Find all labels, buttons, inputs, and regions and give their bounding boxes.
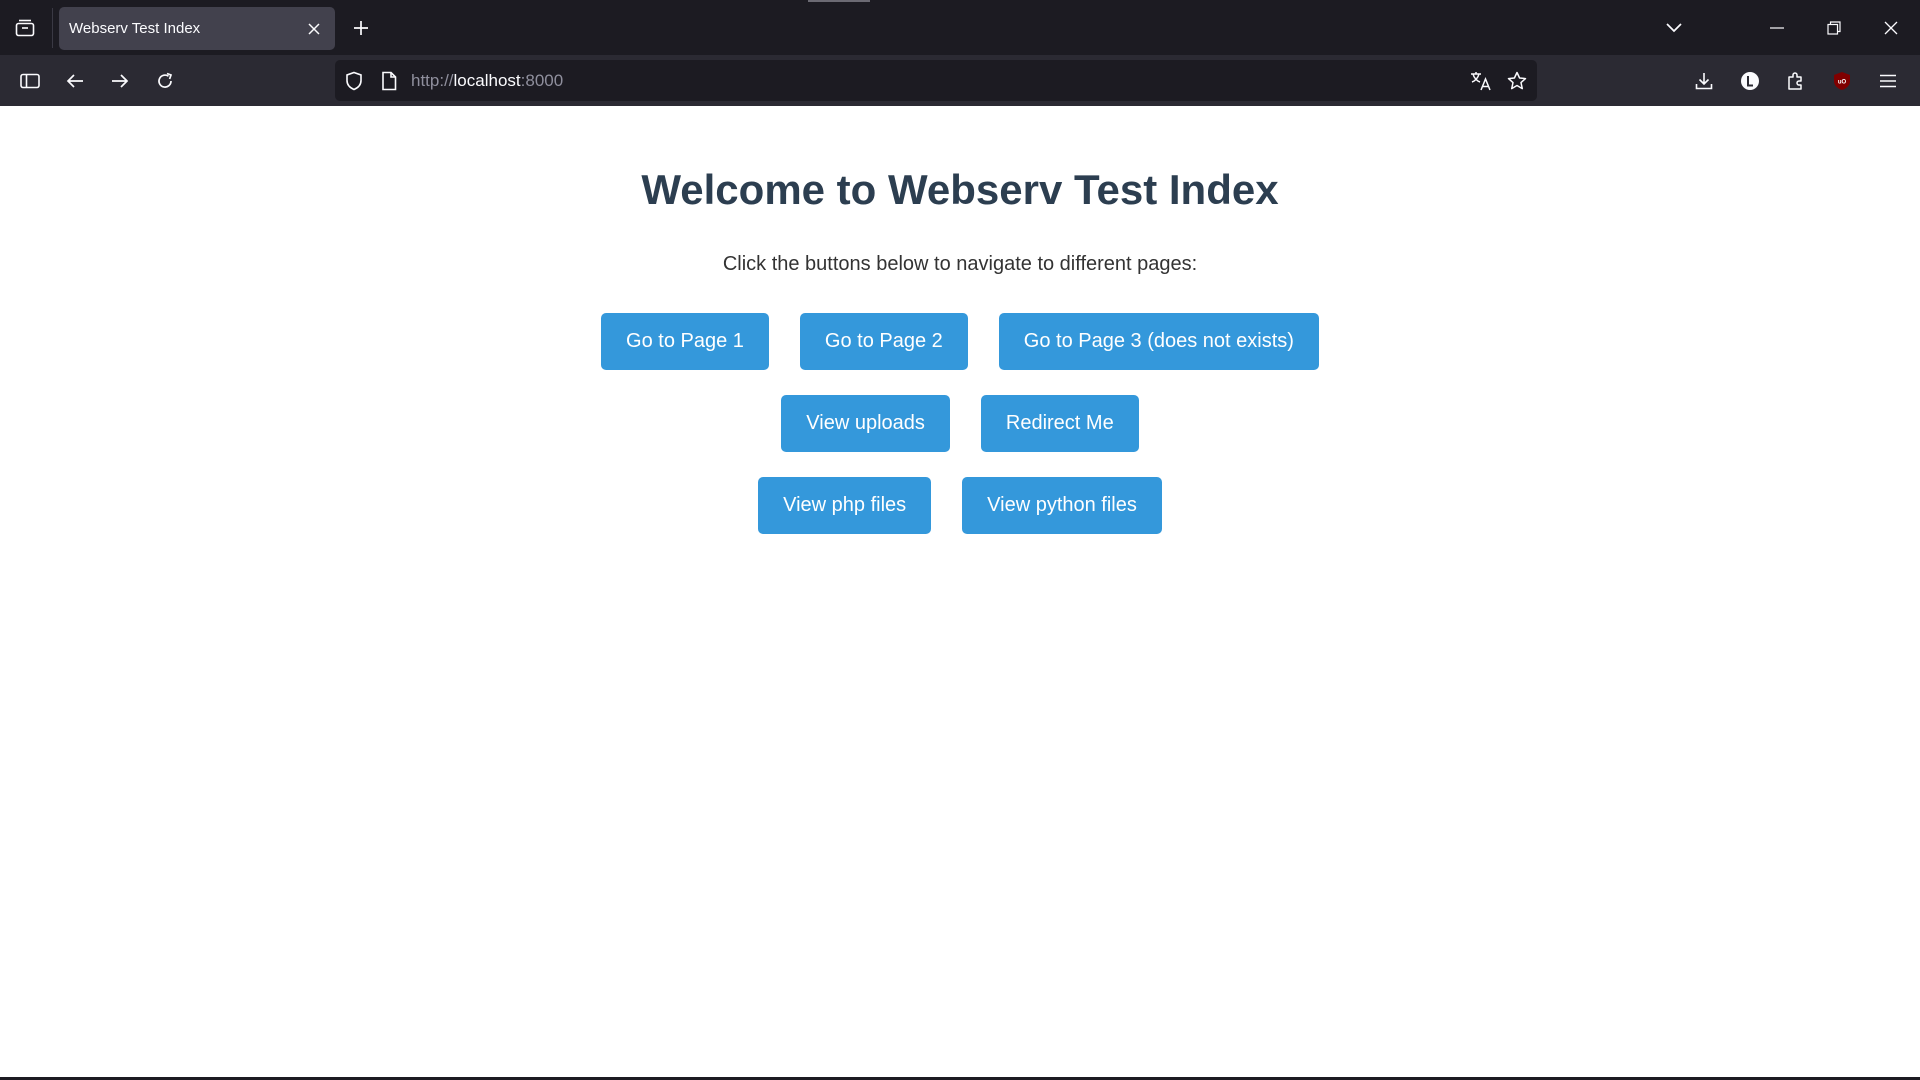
back-arrow-icon[interactable]	[58, 64, 92, 98]
forward-arrow-icon[interactable]	[103, 64, 137, 98]
go-to-page-2-button[interactable]: Go to Page 2	[799, 313, 968, 370]
button-row-pages: Go to Page 1 Go to Page 2 Go to Page 3 (…	[0, 313, 1920, 370]
button-row-scripts: View php files View python files	[0, 477, 1920, 534]
puzzle-icon[interactable]	[1779, 64, 1813, 98]
page-content: Welcome to Webserv Test Index Click the …	[0, 106, 1920, 1080]
close-window-icon[interactable]	[1873, 12, 1909, 44]
tab-bar: Webserv Test Index	[0, 0, 1920, 55]
url-text[interactable]: http://localhost:8000	[411, 71, 563, 91]
restore-icon[interactable]	[1816, 12, 1852, 44]
tab-title: Webserv Test Index	[69, 20, 201, 37]
account-icon[interactable]	[1733, 64, 1767, 98]
ublock-icon[interactable]: uO	[1825, 64, 1859, 98]
view-python-files-button[interactable]: View python files	[962, 477, 1162, 534]
view-php-files-button[interactable]: View php files	[758, 477, 932, 534]
hamburger-menu-icon[interactable]	[1871, 64, 1905, 98]
shield-icon[interactable]	[342, 69, 366, 93]
tab-list-icon[interactable]	[10, 14, 40, 42]
tabbar-divider	[52, 8, 53, 48]
chevron-down-icon[interactable]	[1656, 12, 1692, 44]
download-icon[interactable]	[1687, 64, 1721, 98]
redirect-me-button[interactable]: Redirect Me	[980, 395, 1139, 452]
url-scheme: http://	[411, 71, 454, 90]
reload-icon[interactable]	[148, 64, 182, 98]
minimize-icon[interactable]	[1759, 12, 1795, 44]
url-host: localhost	[453, 71, 521, 90]
translate-icon[interactable]	[1469, 69, 1493, 93]
url-port: :8000	[520, 71, 564, 90]
button-row-uploads: View uploads Redirect Me	[0, 395, 1920, 452]
star-icon[interactable]	[1505, 69, 1529, 93]
svg-text:uO: uO	[1838, 80, 1847, 86]
navigation-toolbar: http://localhost:8000 uO	[0, 55, 1920, 106]
sidebar-icon[interactable]	[13, 64, 47, 98]
view-uploads-button[interactable]: View uploads	[781, 395, 950, 452]
page-icon[interactable]	[377, 69, 401, 93]
tab-webserv-test-index[interactable]: Webserv Test Index	[59, 7, 335, 50]
page-subtitle: Click the buttons below to navigate to d…	[722, 253, 1198, 275]
page-title: Welcome to Webserv Test Index	[641, 166, 1279, 213]
go-to-page-1-button[interactable]: Go to Page 1	[601, 313, 769, 370]
tab-drag-indicator	[808, 0, 870, 2]
go-to-page-3-button[interactable]: Go to Page 3 (does not exists)	[998, 313, 1319, 370]
plus-icon[interactable]	[346, 13, 376, 43]
url-bar[interactable]: http://localhost:8000	[335, 60, 1537, 101]
close-icon[interactable]	[301, 16, 327, 42]
